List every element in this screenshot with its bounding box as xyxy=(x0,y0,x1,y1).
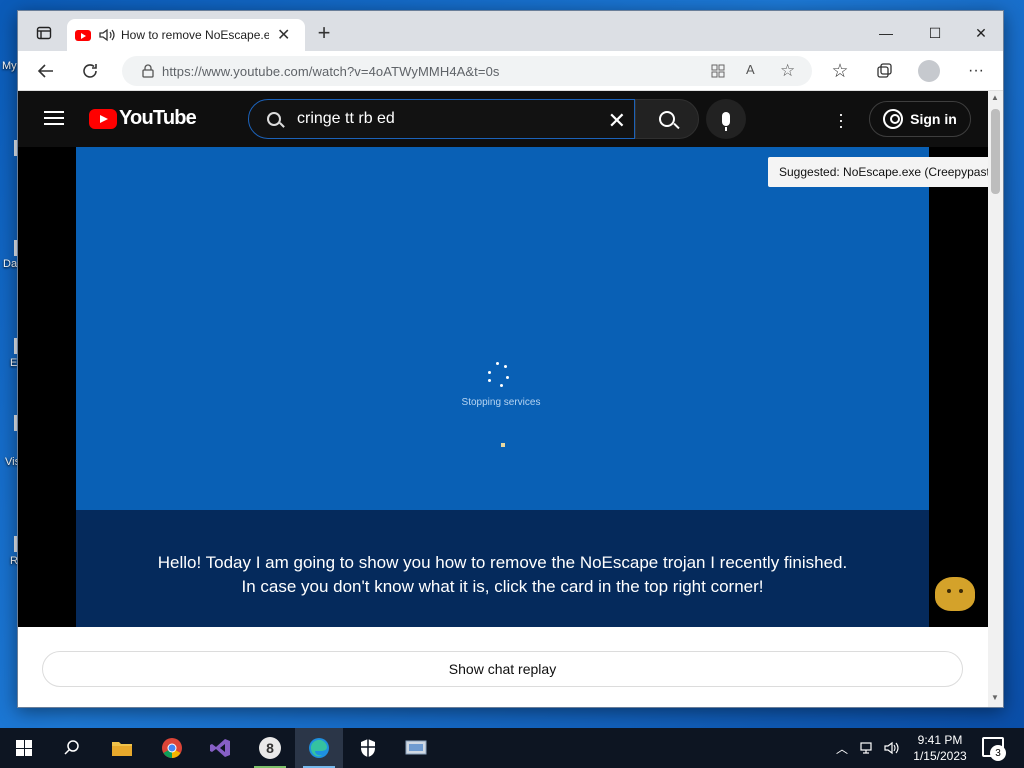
video-player[interactable]: Stopping services Suggested: NoEscape.ex… xyxy=(18,147,1003,627)
taskbar: 8 ︿ 9:41 PM 1/15/2023 3 xyxy=(0,728,1024,768)
url-text[interactable]: https://www.youtube.com/watch?v=4oATWyMM… xyxy=(162,64,500,79)
back-button[interactable] xyxy=(32,57,60,85)
shield-icon xyxy=(361,739,375,757)
caption-line: In case you don't know what it is, click… xyxy=(241,577,764,596)
search-icon xyxy=(64,740,79,755)
app-available-icon[interactable] xyxy=(710,63,726,84)
minimize-button[interactable]: — xyxy=(863,19,909,47)
caption-line: Hello! Today I am going to show you how … xyxy=(157,553,848,572)
start-button[interactable] xyxy=(0,728,48,768)
tab-title: How to remove NoEscape.e xyxy=(121,28,269,42)
network-app-icon xyxy=(405,740,427,755)
search-input[interactable] xyxy=(297,110,597,128)
desktop-icon-label[interactable]: My xyxy=(2,60,17,72)
settings-menu-icon[interactable]: ··· xyxy=(962,57,990,85)
sign-in-button[interactable]: Sign in xyxy=(869,101,971,137)
scroll-thumb[interactable] xyxy=(991,109,1000,194)
search-icon xyxy=(659,111,675,127)
windows-logo-icon xyxy=(16,740,32,756)
lock-icon[interactable] xyxy=(142,64,154,83)
volume-icon[interactable] xyxy=(884,741,900,755)
desktop-icon-label[interactable]: Da xyxy=(3,258,17,270)
notification-count-badge: 3 xyxy=(990,745,1006,761)
clock-date: 1/15/2023 xyxy=(913,749,967,763)
security-button[interactable] xyxy=(344,728,392,768)
sign-in-label: Sign in xyxy=(910,111,957,127)
maximize-button[interactable]: ☐ xyxy=(912,19,958,47)
status-text: Stopping services xyxy=(461,397,541,408)
app-8-icon: 8 xyxy=(259,737,281,759)
new-tab-button[interactable]: + xyxy=(310,19,338,47)
refresh-button[interactable] xyxy=(76,57,104,85)
cursor-icon xyxy=(501,443,505,447)
account-icon xyxy=(883,109,904,129)
browser-tab[interactable]: How to remove NoEscape.e ✕ xyxy=(67,19,305,51)
speaker-icon[interactable] xyxy=(99,28,115,42)
browser-toolbar: https://www.youtube.com/watch?v=4oATWyMM… xyxy=(18,51,1003,91)
show-chat-replay-button[interactable]: Show chat replay xyxy=(42,651,963,687)
add-favorite-icon[interactable]: ☆ xyxy=(780,61,795,81)
search-icon xyxy=(267,112,281,126)
search-button[interactable] xyxy=(635,99,699,139)
youtube-logo-text: YouTube xyxy=(119,107,197,129)
edge-icon xyxy=(309,738,329,758)
youtube-page: YouTube ✕ ··· Sign in xyxy=(18,91,1003,707)
tab-close-icon[interactable]: ✕ xyxy=(277,25,290,45)
youtube-favicon-icon xyxy=(75,29,91,41)
profile-avatar[interactable] xyxy=(918,60,940,82)
tab-strip: How to remove NoEscape.e ✕ + — ☐ ✕ xyxy=(18,11,1003,51)
youtube-header: YouTube ✕ ··· Sign in xyxy=(18,91,988,147)
search-box[interactable]: ✕ xyxy=(248,99,635,139)
menu-icon[interactable] xyxy=(44,111,64,125)
visual-studio-icon xyxy=(210,739,230,757)
suggested-card[interactable]: Suggested: NoEscape.exe (Creepypasta) i xyxy=(768,157,1003,187)
close-button[interactable]: ✕ xyxy=(958,19,1003,47)
taskbar-search-button[interactable] xyxy=(48,728,96,768)
scroll-down-icon[interactable]: ▼ xyxy=(991,693,999,702)
chrome-button[interactable] xyxy=(148,728,196,768)
below-player: Show chat replay xyxy=(18,627,988,707)
scrollbar[interactable]: ▲ ▼ xyxy=(988,91,1003,707)
clock-time: 9:41 PM xyxy=(917,733,963,747)
network-icon[interactable] xyxy=(860,741,876,755)
network-app-button[interactable] xyxy=(392,728,440,768)
youtube-logo[interactable]: YouTube xyxy=(89,107,197,130)
chrome-icon xyxy=(162,738,182,758)
favorites-icon[interactable]: ☆ xyxy=(826,57,854,85)
folder-icon xyxy=(112,742,132,756)
caption-band: Hello! Today I am going to show you how … xyxy=(76,510,929,627)
channel-watermark[interactable] xyxy=(935,577,975,611)
system-tray: ︿ xyxy=(836,728,900,768)
read-aloud-icon[interactable]: A xyxy=(746,62,755,77)
visual-studio-button[interactable] xyxy=(196,728,244,768)
more-options-icon[interactable]: · · · xyxy=(838,105,844,135)
clear-search-icon[interactable]: ✕ xyxy=(608,108,626,134)
show-hidden-icons-icon[interactable]: ︿ xyxy=(836,740,848,757)
tab-actions-icon[interactable] xyxy=(30,19,58,47)
youtube-play-icon xyxy=(89,108,117,129)
collections-icon[interactable] xyxy=(870,57,898,85)
voice-search-button[interactable] xyxy=(706,99,746,139)
app-8-button[interactable]: 8 xyxy=(246,728,294,768)
scroll-up-icon[interactable]: ▲ xyxy=(991,93,999,102)
microphone-icon xyxy=(722,112,730,131)
clock[interactable]: 9:41 PM 1/15/2023 xyxy=(905,732,975,764)
address-bar[interactable]: https://www.youtube.com/watch?v=4oATWyMM… xyxy=(122,56,812,86)
file-explorer-button[interactable] xyxy=(98,728,146,768)
loading-spinner-icon xyxy=(485,362,511,388)
card-text: Suggested: NoEscape.exe (Creepypasta) xyxy=(779,165,1001,179)
browser-window: How to remove NoEscape.e ✕ + — ☐ ✕ https… xyxy=(17,10,1004,708)
edge-button[interactable] xyxy=(295,728,343,768)
